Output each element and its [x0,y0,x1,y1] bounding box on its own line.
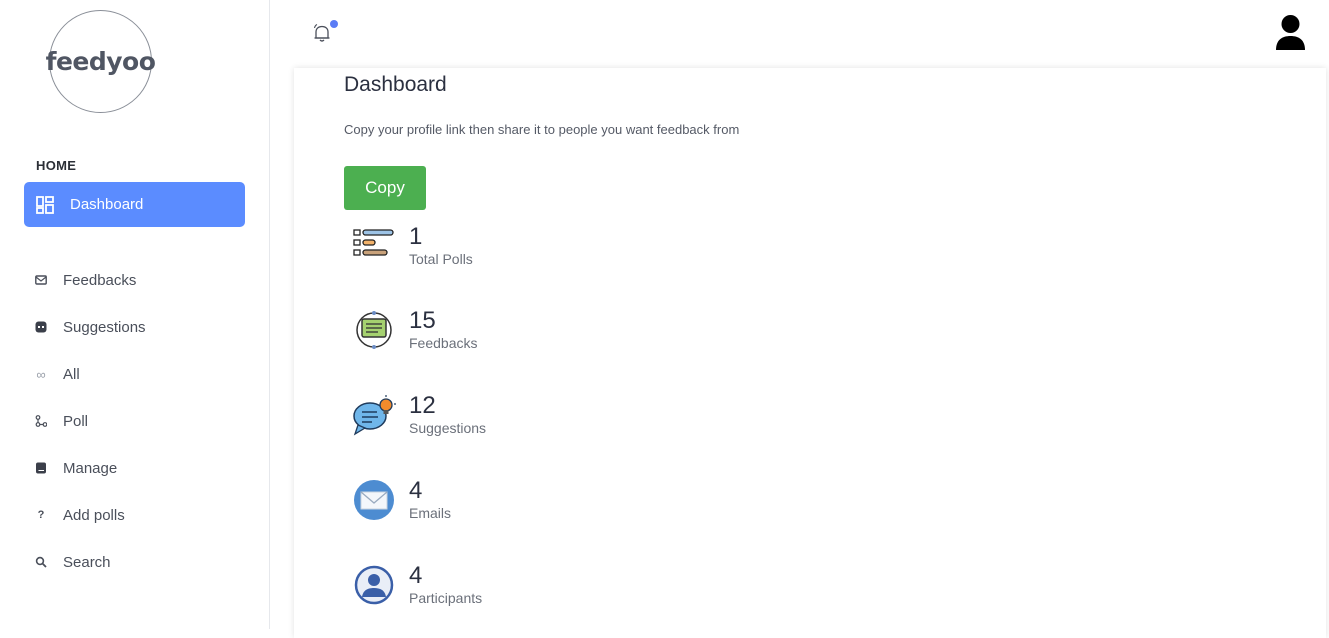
notification-dot [330,20,338,28]
stat-label: Emails [409,505,452,521]
sidebar-item-manage[interactable]: Manage [35,457,117,479]
stat-suggestions: 12 Suggestions [352,392,652,445]
sidebar-item-label: Add polls [63,506,125,524]
idea-chat-icon [353,395,396,436]
sidebar-item-label: Dashboard [70,196,144,213]
sidebar-item-feedbacks[interactable]: Feedbacks [35,269,136,291]
stat-value: 1 [409,223,423,250]
sidebar-item-suggestions[interactable]: Suggestions [35,316,146,338]
brand-logo[interactable]: feedyoo [46,10,156,113]
sidebar-item-label: All [63,365,80,383]
top-bar [270,0,1329,68]
search-icon [35,556,47,568]
dashboard-icon [36,195,54,214]
sidebar: feedyoo HOME Dashboard Feedbacks Suggest… [0,0,270,629]
stat-label: Suggestions [409,420,487,436]
sidebar-item-dashboard[interactable]: Dashboard [24,182,245,227]
copy-button[interactable]: Copy [344,166,426,210]
sidebar-item-search[interactable]: Search [35,551,111,573]
poll-icon [35,415,47,427]
stat-value: 4 [409,562,423,589]
stat-label: Feedbacks [409,335,478,351]
page-title: Dashboard [344,73,447,96]
sidebar-item-label: Poll [63,412,89,430]
sidebar-item-add-polls[interactable]: ? Add polls [35,504,125,526]
sidebar-item-poll[interactable]: Poll [35,410,88,432]
sidebar-item-label: Suggestions [63,318,146,336]
stat-participants: 4 Participants [352,562,652,615]
user-icon[interactable] [1274,14,1307,52]
chat-icon [35,321,47,333]
sidebar-section-title: HOME [36,158,77,173]
stat-value: 12 [409,392,436,419]
stat-emails: 4 Emails [352,477,652,530]
feedback-cycle-icon [356,311,392,349]
mail-icon [35,275,47,285]
sidebar-item-label: Manage [63,459,118,477]
envelope-icon [354,480,394,520]
participant-icon [354,565,394,605]
question-icon: ? [37,509,45,521]
sidebar-item-all[interactable]: ∞ All [35,363,80,385]
stat-total-polls: 1 Total Polls [352,223,652,276]
stat-label: Participants [409,590,483,606]
stat-feedbacks: 15 Feedbacks [352,307,652,360]
stat-value: 15 [409,307,436,334]
book-icon [36,462,46,474]
page-subtitle: Copy your profile link then share it to … [344,122,740,137]
stat-value: 4 [409,477,423,504]
sidebar-item-label: Search [63,553,111,571]
stat-label: Total Polls [409,251,473,267]
infinity-icon: ∞ [36,366,46,382]
poll-bars-icon [353,229,394,256]
sidebar-item-label: Feedbacks [63,271,137,289]
